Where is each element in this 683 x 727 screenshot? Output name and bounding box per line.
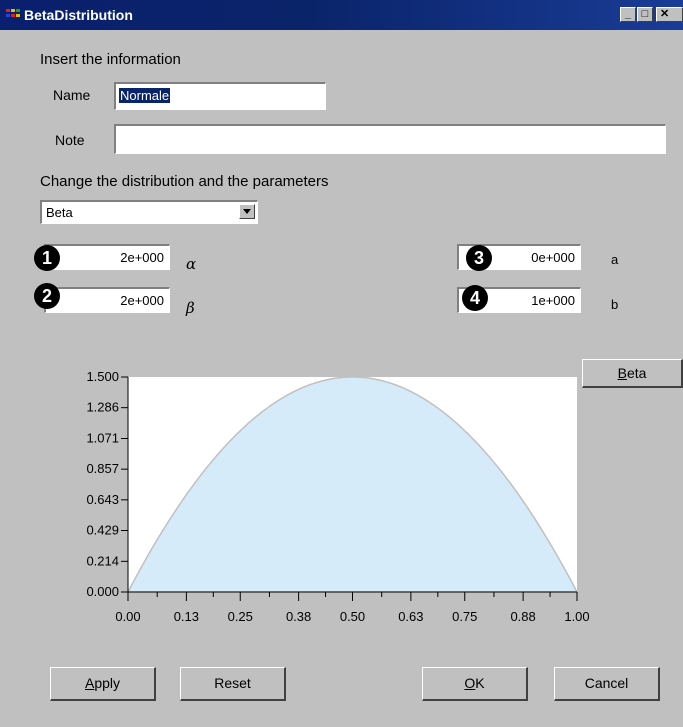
- close-icon: ✕: [660, 8, 670, 20]
- window-title: BetaDistribution: [24, 7, 133, 23]
- badge-4: 4: [462, 285, 488, 311]
- badge-3: 3: [466, 245, 492, 271]
- y-tick-label: 0.000: [86, 584, 119, 599]
- change-dist-label: Change the distribution and the paramete…: [40, 173, 329, 190]
- b-symbol: b: [611, 297, 619, 312]
- ok-button[interactable]: OK: [422, 667, 528, 701]
- ok-label: OK: [464, 675, 485, 691]
- badge-2: 2: [34, 283, 60, 309]
- title-bar[interactable]: BetaDistribution _ □ ✕: [0, 0, 683, 30]
- x-tick-label: 0.25: [228, 609, 253, 624]
- alpha-input[interactable]: 2e+000: [44, 244, 170, 270]
- cancel-label: Cancel: [584, 675, 629, 691]
- a-symbol: a: [611, 252, 619, 267]
- badge-1: 1: [34, 245, 60, 271]
- apply-button[interactable]: Apply: [50, 667, 156, 701]
- cancel-button[interactable]: Cancel: [554, 667, 660, 701]
- x-tick-label: 0.13: [174, 609, 199, 624]
- beta-symbol: β: [186, 299, 195, 317]
- maximize-icon: □: [641, 8, 649, 20]
- chevron-down-icon[interactable]: [239, 204, 255, 219]
- x-tick-label: 0.63: [398, 609, 423, 624]
- y-tick-label: 0.643: [86, 492, 119, 507]
- note-field[interactable]: [114, 124, 666, 154]
- x-tick-label: 0.75: [452, 609, 477, 624]
- apply-label: Apply: [84, 675, 121, 691]
- y-tick-label: 1.500: [86, 369, 119, 384]
- beta-value: 2e+000: [120, 293, 164, 308]
- x-tick-label: 0.00: [115, 609, 140, 624]
- beta-chart-button[interactable]: Beta: [582, 359, 683, 388]
- maximize-button[interactable]: □: [637, 7, 653, 22]
- note-label: Note: [55, 132, 85, 148]
- minimize-button[interactable]: _: [620, 7, 636, 22]
- alpha-value: 2e+000: [120, 250, 164, 265]
- name-label: Name: [53, 87, 91, 103]
- y-tick-label: 1.071: [86, 430, 119, 445]
- name-value: Normale: [119, 88, 171, 103]
- x-tick-label: 1.00: [564, 609, 589, 624]
- beta-input[interactable]: 2e+000: [44, 287, 170, 313]
- distribution-selected: Beta: [46, 205, 73, 220]
- y-tick-label: 0.857: [86, 461, 119, 476]
- beta-chart: 0.000 0.214 0.429 0.643 0.857 1.071 1.286 1.500…: [86, 369, 589, 624]
- x-tick-label: 0.50: [340, 609, 365, 624]
- beta-chart-button-label: Beta: [617, 365, 647, 381]
- insert-info-label: Insert the information: [40, 51, 181, 68]
- distribution-select[interactable]: Beta: [40, 200, 258, 224]
- y-tick-label: 1.286: [86, 400, 119, 415]
- x-tick-label: 0.38: [286, 609, 311, 624]
- reset-button[interactable]: Reset: [180, 667, 286, 701]
- minimize-icon: _: [624, 8, 632, 20]
- close-button[interactable]: ✕: [656, 7, 683, 22]
- y-tick-label: 0.214: [86, 553, 119, 568]
- reset-label: Reset: [214, 675, 251, 691]
- y-tick-label: 0.429: [86, 523, 119, 538]
- x-tick-label: 0.88: [510, 609, 535, 624]
- name-field[interactable]: Normale: [114, 82, 326, 110]
- alpha-symbol: α: [186, 255, 197, 273]
- a-value: 0e+000: [531, 250, 575, 265]
- b-value: 1e+000: [531, 293, 575, 308]
- app-icon[interactable]: [6, 9, 20, 21]
